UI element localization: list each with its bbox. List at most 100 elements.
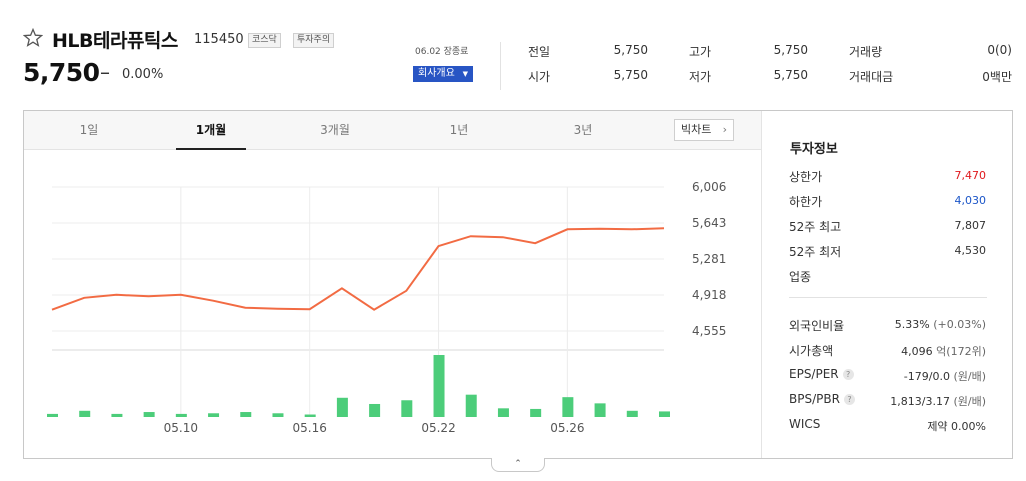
low-value: 5,750 bbox=[773, 68, 808, 82]
y-tick-label: 4,555 bbox=[692, 324, 726, 338]
high-label: 고가 bbox=[689, 45, 712, 59]
trade-amount-value: 0백만 bbox=[982, 70, 1012, 84]
market-cap-unit: 억(172위) bbox=[936, 345, 986, 358]
eps-per-unit: (원/배) bbox=[953, 370, 986, 383]
investment-warning-tag: 투자주의 bbox=[293, 33, 335, 48]
y-tick-label: 5,643 bbox=[692, 216, 726, 230]
volume-bar bbox=[47, 413, 58, 417]
market-cap-number: 4,096 bbox=[901, 345, 933, 358]
week52-low-label: 52주 최저 bbox=[789, 245, 842, 259]
bigchart-button[interactable]: 빅차트 › bbox=[674, 119, 734, 141]
bps-pbr-number: 1,813/3.17 bbox=[890, 395, 950, 408]
wics-value: 제약 0.00% bbox=[927, 420, 986, 433]
x-tick-label: 05.22 bbox=[421, 421, 455, 435]
volume-bar bbox=[240, 412, 252, 417]
investment-info: 투자정보 상한가 7,470 하한가 4,030 52주 최고 7,807 52… bbox=[761, 111, 1012, 458]
collapse-chart-button[interactable]: ⌃ bbox=[491, 458, 545, 472]
stock-name: HLB테라퓨틱스 bbox=[52, 30, 178, 52]
foreign-ratio-label: 외국인비율 bbox=[789, 319, 845, 333]
tab-3-years[interactable]: 3년 bbox=[548, 111, 618, 150]
low-label: 저가 bbox=[689, 70, 712, 84]
week52-high-label: 52주 최고 bbox=[789, 220, 842, 234]
volume-bar bbox=[626, 410, 638, 417]
lower-limit-label: 하한가 bbox=[789, 195, 823, 209]
bigchart-label: 빅차트 bbox=[681, 123, 712, 136]
tab-3-months[interactable]: 3개월 bbox=[300, 111, 370, 150]
volume-bar bbox=[562, 397, 574, 417]
open-value: 5,750 bbox=[613, 68, 648, 82]
prev-close-label: 전일 bbox=[528, 45, 551, 59]
y-tick-label: 6,006 bbox=[692, 180, 726, 194]
current-price: 5,750 bbox=[23, 58, 100, 87]
volume-bar bbox=[497, 408, 509, 417]
volume-bar bbox=[304, 414, 316, 417]
eps-per-label: EPS/PER bbox=[789, 367, 839, 381]
investment-info-title: 투자정보 bbox=[790, 142, 838, 157]
company-overview-label: 회사개요 bbox=[418, 68, 455, 79]
week52-low-value: 4,530 bbox=[954, 244, 987, 257]
x-tick-label: 05.16 bbox=[293, 421, 327, 435]
volume-bar bbox=[369, 403, 381, 417]
industry-label: 업종 bbox=[789, 270, 812, 284]
help-icon[interactable]: ? bbox=[842, 369, 854, 380]
header-divider bbox=[500, 42, 501, 90]
volume-bar bbox=[465, 394, 477, 417]
period-tabs: 1일 1개월 3개월 1년 3년 빅차트 › bbox=[24, 111, 761, 150]
x-tick-label: 05.10 bbox=[164, 421, 198, 435]
trade-amount-label: 거래대금 bbox=[849, 70, 894, 84]
favorite-star-icon[interactable] bbox=[23, 28, 43, 48]
market-tag: 코스닥 bbox=[248, 33, 281, 48]
price-chart[interactable]: 6,006 5,643 5,281 4,918 4,555 05.10 05.16 05.22… bbox=[24, 151, 760, 456]
market-cap-value: 4,096 억(172위) bbox=[901, 343, 986, 359]
volume-bar bbox=[272, 413, 284, 417]
eps-per-number: -179/0.0 bbox=[903, 370, 950, 383]
volume-bar bbox=[659, 411, 670, 417]
caret-down-icon: ▼ bbox=[462, 70, 468, 78]
change-flat-icon: – bbox=[100, 60, 110, 84]
tab-1-year[interactable]: 1년 bbox=[424, 111, 494, 150]
eps-per-label-row: EPS/PER? bbox=[789, 367, 854, 381]
volume-bar bbox=[79, 410, 91, 417]
company-overview-button[interactable]: 회사개요 ▼ bbox=[413, 66, 473, 82]
volume-bar bbox=[208, 413, 220, 417]
upper-limit-value: 7,470 bbox=[954, 169, 987, 182]
volume-value: 0(0) bbox=[987, 43, 1012, 57]
foreign-ratio-change: (+0.03%) bbox=[933, 318, 986, 331]
lower-limit-value: 4,030 bbox=[954, 194, 987, 207]
market-cap-label: 시가총액 bbox=[789, 344, 834, 358]
upper-limit-label: 상한가 bbox=[789, 170, 823, 184]
y-tick-label: 4,918 bbox=[692, 288, 726, 302]
price-line bbox=[51, 227, 665, 311]
x-tick-label: 05.26 bbox=[550, 421, 584, 435]
eps-per-value: -179/0.0 (원/배) bbox=[904, 368, 986, 384]
high-value: 5,750 bbox=[773, 43, 808, 57]
volume-bar bbox=[336, 397, 348, 417]
tab-1-day[interactable]: 1일 bbox=[54, 111, 124, 150]
open-label: 시가 bbox=[528, 70, 551, 84]
stock-code: 115450 bbox=[194, 32, 244, 47]
foreign-ratio-number: 5.33% bbox=[894, 318, 930, 331]
volume-bar bbox=[401, 400, 413, 417]
wics-label: WICS bbox=[789, 417, 821, 431]
market-close-status: 06.02 장종료 bbox=[415, 47, 469, 57]
volume-bar bbox=[175, 413, 187, 417]
y-tick-label: 5,281 bbox=[692, 252, 726, 266]
volume-label: 거래량 bbox=[849, 45, 883, 59]
bps-pbr-value: 1,813/3.17 (원/배) bbox=[890, 393, 986, 409]
help-icon[interactable]: ? bbox=[843, 394, 855, 405]
prev-close-value: 5,750 bbox=[613, 43, 648, 57]
tab-1-month[interactable]: 1개월 bbox=[176, 111, 246, 150]
volume-bar bbox=[433, 355, 445, 417]
volume-bar bbox=[143, 412, 155, 417]
bps-pbr-unit: (원/배) bbox=[953, 395, 986, 408]
volume-bar bbox=[530, 408, 542, 417]
chevron-up-icon: ⌃ bbox=[514, 459, 522, 469]
chevron-right-icon: › bbox=[722, 123, 727, 136]
bps-pbr-label: BPS/PBR bbox=[789, 392, 840, 406]
chart-panel: 1일 1개월 3개월 1년 3년 빅차트 › 6,006 5,643 5,281 4,… bbox=[23, 110, 1013, 459]
volume-bar bbox=[594, 403, 606, 417]
volume-bar bbox=[111, 413, 123, 417]
bps-pbr-label-row: BPS/PBR? bbox=[789, 392, 855, 406]
foreign-ratio-value: 5.33% (+0.03%) bbox=[895, 318, 986, 331]
change-rate: 0.00% bbox=[122, 67, 164, 82]
